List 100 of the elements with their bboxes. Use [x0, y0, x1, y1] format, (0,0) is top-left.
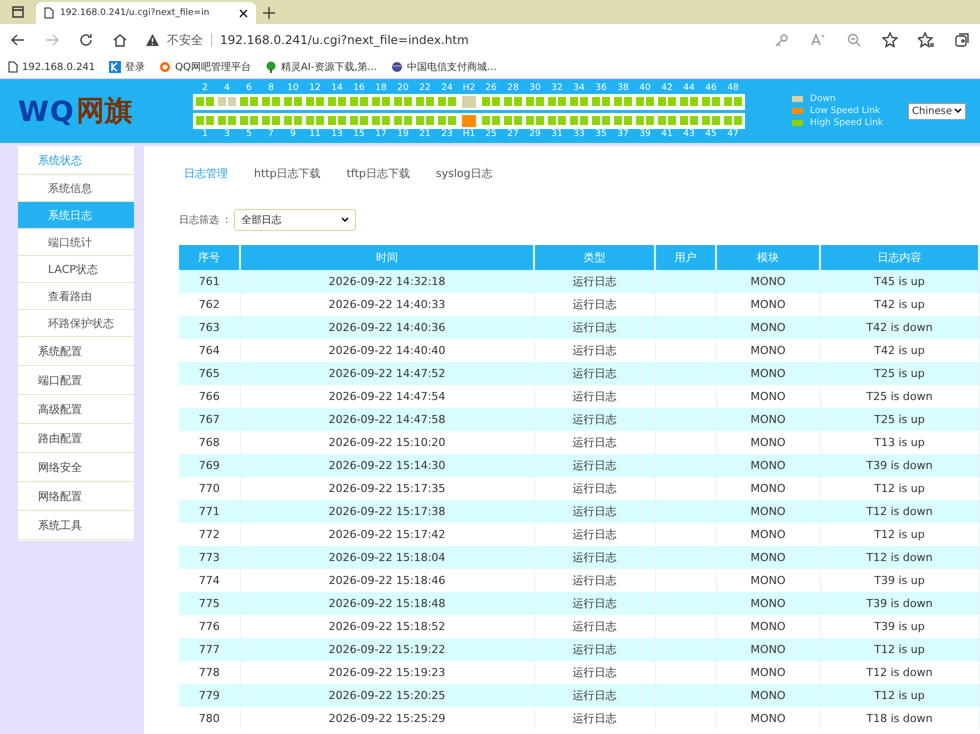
port-number: 2 [201, 82, 209, 94]
port-indicator [481, 114, 501, 126]
port-number: H2 [462, 82, 476, 94]
table-cell: MONO [716, 615, 820, 638]
bookmark[interactable]: QQ网吧管理平台 [175, 60, 251, 74]
zoom-icon[interactable] [846, 32, 862, 48]
read-aloud-icon[interactable] [810, 32, 826, 48]
port-indicator [635, 96, 655, 108]
port-number: 16 [352, 82, 366, 94]
bookmark[interactable]: 登录 [125, 60, 146, 74]
reload-icon[interactable] [78, 32, 94, 48]
port-number: 38 [616, 82, 630, 94]
menu-item[interactable]: 端口配置 [18, 366, 134, 395]
table-cell: 780 [179, 707, 240, 730]
port-number: 32 [550, 82, 564, 94]
key-icon[interactable] [774, 32, 790, 48]
port-number: 19 [396, 128, 410, 140]
chevron-icon[interactable] [341, 217, 350, 223]
port-indicator [283, 114, 303, 126]
port-indicator [591, 96, 611, 108]
language-select[interactable]: Chinese [908, 102, 966, 120]
table-cell: 运行日志 [534, 270, 655, 293]
bookmark[interactable]: 中国电信支付商城... [407, 60, 497, 74]
table-cell: T12 is down [820, 500, 979, 523]
tab[interactable]: http日志下载 [254, 166, 321, 181]
tab[interactable]: tftp日志下载 [346, 166, 410, 181]
collections-icon[interactable] [954, 32, 970, 48]
port-number: 7 [267, 128, 275, 140]
table-cell: 766 [179, 385, 240, 408]
port-indicator [723, 96, 743, 108]
table-cell: MONO [716, 546, 820, 569]
chevron-icon[interactable] [954, 108, 962, 114]
table-cell: 2026-09-22 14:40:40 [240, 339, 534, 362]
port-number: 35 [594, 128, 608, 140]
table-cell: MONO [716, 684, 820, 707]
menu-item[interactable]: 网络安全 [18, 453, 134, 482]
home-icon[interactable] [112, 32, 128, 48]
legend-label: Low Speed Link [810, 106, 880, 116]
warning-icon[interactable] [146, 34, 159, 46]
port-indicator [525, 96, 545, 108]
table-cell: 运行日志 [534, 477, 655, 500]
log-filter-select[interactable]: 全部日志 [234, 209, 356, 231]
table-cell: 765 [179, 362, 240, 385]
browser-tab[interactable]: 192.168.0.241/u.cgi?next_file=in [36, 2, 256, 24]
table-cell: 运行日志 [534, 500, 655, 523]
port-indicator [217, 114, 237, 126]
table-cell: 运行日志 [534, 707, 655, 730]
table-cell: MONO [716, 454, 820, 477]
submenu-item[interactable]: 环路保护状态 [18, 310, 134, 337]
menu-item[interactable]: 路由配置 [18, 424, 134, 453]
tab-actions-icon[interactable] [12, 6, 24, 18]
address-field[interactable]: 192.168.0.241/u.cgi?next_file=index.htm [220, 33, 469, 47]
bookmark[interactable]: 192.168.0.241 [22, 62, 96, 72]
table-cell: MONO [716, 592, 820, 615]
filter-separator: : [225, 214, 228, 226]
submenu-item[interactable]: 查看路由 [18, 283, 134, 310]
tab[interactable]: syslog日志 [436, 166, 493, 181]
bookmark[interactable]: 精灵AI-资源下载,第... [280, 60, 378, 74]
logo-text: WQ [18, 94, 75, 128]
table-cell: MONO [716, 270, 820, 293]
port-number: 27 [506, 128, 520, 140]
table-cell: 运行日志 [534, 339, 655, 362]
table-cell: T12 is up [820, 638, 979, 661]
filter-label: 日志筛选 [179, 214, 219, 227]
new-tab-icon[interactable] [263, 7, 275, 19]
favorites-icon[interactable] [918, 32, 934, 48]
table-cell: 771 [179, 500, 240, 523]
security-label[interactable]: 不安全 [167, 32, 203, 48]
port-number: 5 [245, 128, 253, 140]
port-number: 17 [374, 128, 388, 140]
table-cell: MONO [716, 707, 820, 730]
port-number: 36 [594, 82, 608, 94]
port-number: 42 [660, 82, 674, 94]
star-add-icon[interactable] [882, 32, 898, 48]
logo-text: 网旗 [76, 93, 133, 129]
port-number: 34 [572, 82, 586, 94]
menu-item[interactable]: 网络配置 [18, 482, 134, 511]
menu-item[interactable]: 系统配置 [18, 337, 134, 366]
port-number: 22 [418, 82, 432, 94]
table-cell: 运行日志 [534, 661, 655, 684]
table-cell: MONO [716, 316, 820, 339]
legend-label: Down [810, 94, 836, 104]
table-cell: T42 is down [820, 316, 979, 339]
port-number: 33 [572, 128, 586, 140]
submenu-item[interactable]: LACP状态 [18, 256, 134, 283]
menu-item[interactable]: 系统工具 [18, 511, 134, 540]
port-number: 11 [308, 128, 322, 140]
port-number: 40 [638, 82, 652, 94]
port-indicator [459, 114, 479, 126]
close-icon[interactable] [239, 8, 248, 18]
table-cell: 762 [179, 293, 240, 316]
table-cell: MONO [716, 362, 820, 385]
table-cell: 767 [179, 408, 240, 431]
table-cell: 运行日志 [534, 431, 655, 454]
port-indicator [569, 96, 589, 108]
port-indicator [503, 114, 523, 126]
back-icon[interactable] [10, 32, 26, 48]
submenu-item[interactable]: 端口统计 [18, 229, 134, 256]
port-number: H1 [462, 128, 476, 140]
menu-item[interactable]: 高级配置 [18, 395, 134, 424]
